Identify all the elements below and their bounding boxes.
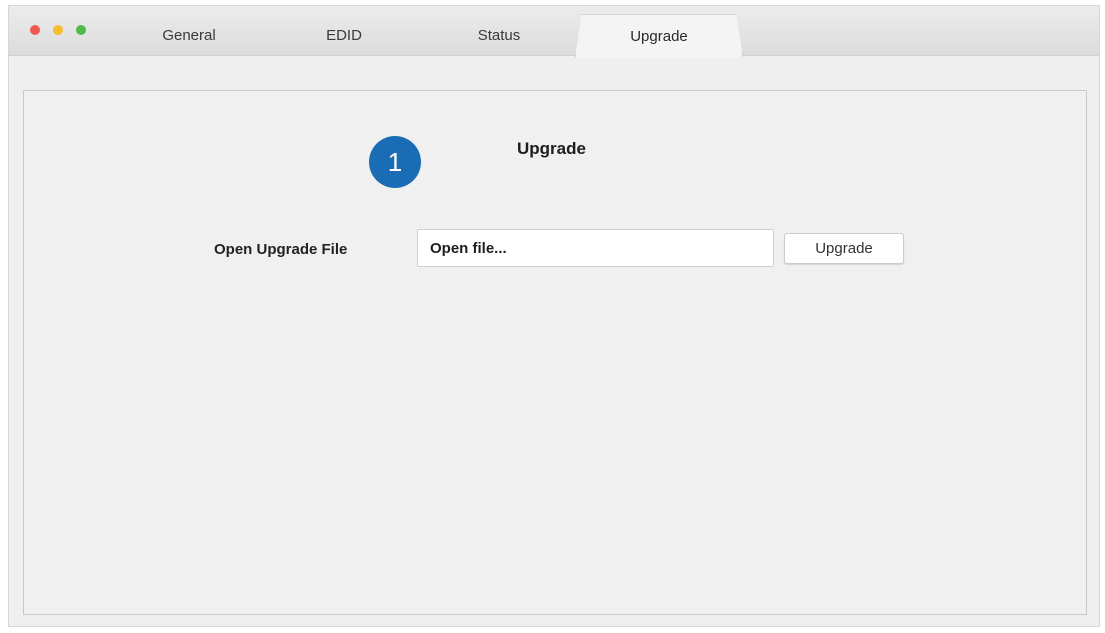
zoom-window-icon[interactable]: [76, 25, 86, 35]
tab-general-label: General: [162, 26, 216, 44]
panel-title: Upgrade: [517, 139, 586, 158]
tab-status[interactable]: Status: [419, 14, 579, 56]
minimize-window-icon[interactable]: [53, 25, 63, 35]
window-controls: [30, 25, 86, 35]
tab-bar: General EDID Status Upgrade: [9, 6, 1099, 57]
upgrade-button[interactable]: Upgrade: [784, 233, 904, 264]
upgrade-panel: 1 Upgrade Open Upgrade File Upgrade: [23, 90, 1087, 615]
upgrade-file-input[interactable]: [417, 229, 774, 267]
app-window: General EDID Status Upgrade 1 Upgrade Op…: [8, 5, 1100, 627]
close-window-icon[interactable]: [30, 25, 40, 35]
tab-general[interactable]: General: [119, 14, 259, 56]
step-number-badge: 1: [369, 136, 421, 188]
open-upgrade-file-label: Open Upgrade File: [214, 241, 348, 258]
tab-upgrade[interactable]: Upgrade: [575, 14, 743, 57]
tab-upgrade-label: Upgrade: [630, 27, 688, 45]
tab-edid[interactable]: EDID: [269, 14, 419, 56]
tab-edid-label: EDID: [326, 26, 362, 44]
tab-status-label: Status: [477, 26, 521, 44]
